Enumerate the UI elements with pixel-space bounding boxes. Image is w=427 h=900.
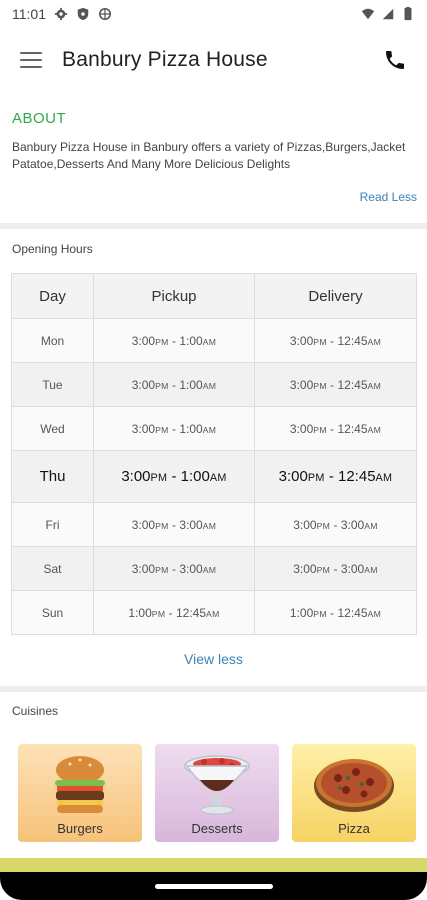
delivery-cell: 3:00PM - 12:45AM xyxy=(254,362,417,407)
about-description: Banbury Pizza House in Banbury offers a … xyxy=(12,140,406,171)
table-header-row: Day Pickup Delivery xyxy=(11,273,417,319)
delivery-cell: 3:00PM - 12:45AM xyxy=(254,406,417,451)
day-cell: Thu xyxy=(11,450,94,503)
battery-icon xyxy=(404,7,412,21)
table-row: Sun 1:00PM - 12:45AM 1:00PM - 12:45AM xyxy=(11,590,417,635)
globe-icon xyxy=(98,7,112,21)
cuisine-label-desserts: Desserts xyxy=(191,821,243,836)
delivery-cell: 3:00PM - 3:00AM xyxy=(254,502,417,547)
signal-icon xyxy=(382,8,394,20)
about-heading: ABOUT xyxy=(12,110,67,127)
status-right xyxy=(361,7,415,21)
status-left: 11:01 xyxy=(12,6,112,22)
phone-icon[interactable] xyxy=(383,48,407,72)
table-row: Sat 3:00PM - 3:00AM 3:00PM - 3:00AM xyxy=(11,546,417,591)
pizza-image xyxy=(314,759,394,812)
pickup-cell: 3:00PM - 3:00AM xyxy=(93,546,255,591)
shield-icon xyxy=(77,7,89,21)
cuisine-card-pizza[interactable]: Pizza xyxy=(292,744,416,842)
wifi-icon xyxy=(361,8,375,20)
day-cell: Mon xyxy=(11,318,94,363)
day-cell: Sat xyxy=(11,546,94,591)
about-section: ABOUT Banbury Pizza House in Banbury off… xyxy=(0,110,427,204)
status-time: 11:01 xyxy=(12,6,46,22)
day-cell: Fri xyxy=(11,502,94,547)
cuisine-label-pizza: Pizza xyxy=(338,821,370,836)
table-row: Fri 3:00PM - 3:00AM 3:00PM - 3:00AM xyxy=(11,502,417,547)
burger-image xyxy=(55,756,105,813)
column-header-pickup: Pickup xyxy=(93,273,255,319)
home-gesture-handle[interactable] xyxy=(155,884,273,889)
table-row: Tue 3:00PM - 1:00AM 3:00PM - 12:45AM xyxy=(11,362,417,407)
section-divider xyxy=(0,686,427,692)
delivery-cell: 3:00PM - 12:45AM xyxy=(254,450,417,503)
pickup-cell: 3:00PM - 1:00AM xyxy=(93,450,255,503)
settings-gear-icon xyxy=(54,7,68,21)
day-cell: Wed xyxy=(11,406,94,451)
delivery-cell: 3:00PM - 12:45AM xyxy=(254,318,417,363)
pickup-cell: 1:00PM - 12:45AM xyxy=(93,590,255,635)
pickup-cell: 3:00PM - 1:00AM xyxy=(93,406,255,451)
day-cell: Tue xyxy=(11,362,94,407)
pickup-cell: 3:00PM - 1:00AM xyxy=(93,362,255,407)
table-row-today: Thu 3:00PM - 1:00AM 3:00PM - 12:45AM xyxy=(11,450,417,503)
column-header-day: Day xyxy=(11,273,94,319)
table-row: Wed 3:00PM - 1:00AM 3:00PM - 12:45AM xyxy=(11,406,417,451)
pickup-cell: 3:00PM - 3:00AM xyxy=(93,502,255,547)
table-row: Mon 3:00PM - 1:00AM 3:00PM - 12:45AM xyxy=(11,318,417,363)
pickup-cell: 3:00PM - 1:00AM xyxy=(93,318,255,363)
opening-hours-table: Day Pickup Delivery Mon 3:00PM - 1:00AM … xyxy=(11,273,417,635)
status-bar: 11:01 xyxy=(0,0,427,28)
day-cell: Sun xyxy=(11,590,94,635)
read-less-link[interactable]: Read Less xyxy=(360,190,417,204)
bottom-accent-strip xyxy=(0,858,427,872)
column-header-delivery: Delivery xyxy=(254,273,417,319)
view-less-link[interactable]: View less xyxy=(0,651,427,667)
delivery-cell: 1:00PM - 12:45AM xyxy=(254,590,417,635)
dessert-image xyxy=(184,755,250,815)
cuisine-card-desserts[interactable]: Desserts xyxy=(155,744,279,842)
cuisines-label: Cuisines xyxy=(12,704,59,718)
app-bar: Banbury Pizza House xyxy=(0,28,427,92)
section-divider xyxy=(0,223,427,229)
hamburger-menu-icon[interactable] xyxy=(20,52,42,68)
cuisine-label-burgers: Burgers xyxy=(57,821,103,836)
delivery-cell: 3:00PM - 3:00AM xyxy=(254,546,417,591)
cuisine-card-burgers[interactable]: Burgers xyxy=(18,744,142,842)
page-title: Banbury Pizza House xyxy=(62,48,268,71)
opening-hours-label: Opening Hours xyxy=(12,242,93,256)
